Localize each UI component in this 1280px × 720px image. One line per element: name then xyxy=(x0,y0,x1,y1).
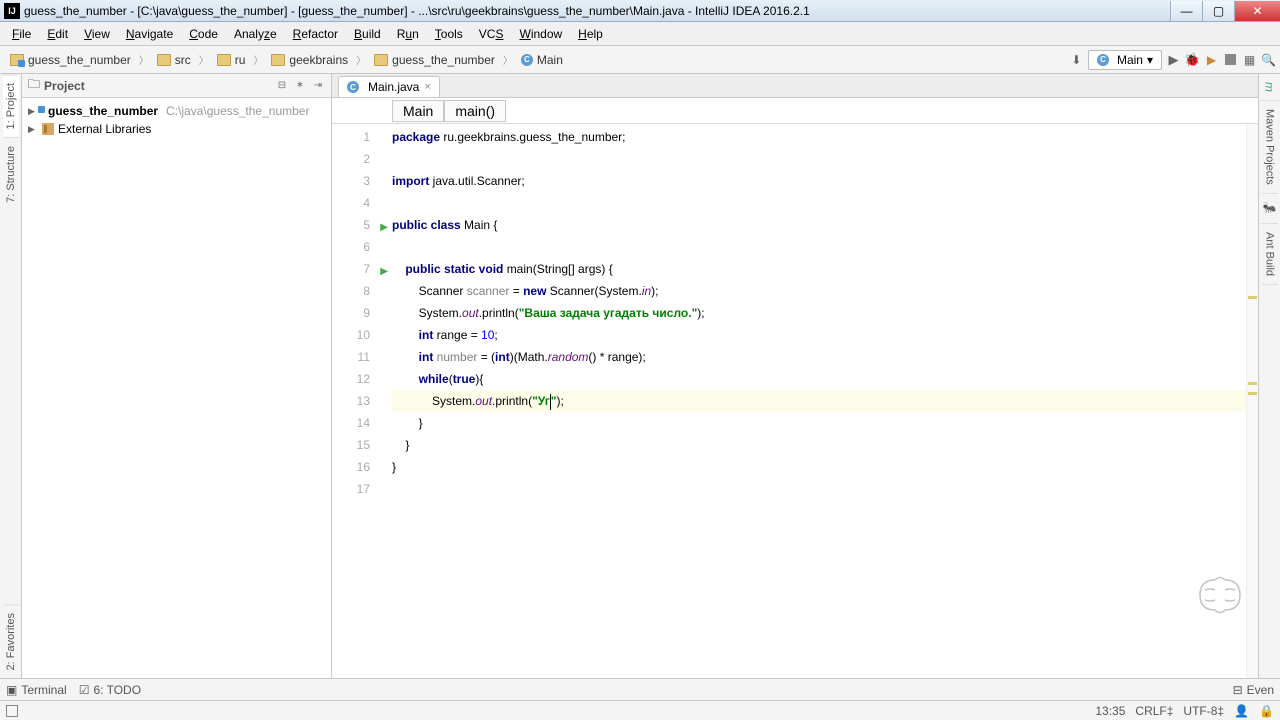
breadcrumb-geekbrains[interactable]: geekbrains xyxy=(265,50,354,70)
bottom-tool-strip: ▣Terminal ☑6: TODO ⊟Even xyxy=(0,678,1280,700)
left-tool-strip: 1: Project 7: Structure 2: Favorites xyxy=(0,74,22,678)
close-button[interactable]: ✕ xyxy=(1234,1,1280,21)
tab-project[interactable]: 1: Project xyxy=(3,74,19,137)
menu-window[interactable]: Window xyxy=(511,24,570,44)
watermark-logo xyxy=(1190,570,1250,620)
hector-icon[interactable]: 👤 xyxy=(1234,704,1249,718)
collapse-icon[interactable]: ⊟ xyxy=(275,79,289,93)
context-class[interactable]: Main xyxy=(392,100,444,122)
main-menu: File Edit View Navigate Code Analyze Ref… xyxy=(0,22,1280,46)
menu-tools[interactable]: Tools xyxy=(427,24,471,44)
menu-help[interactable]: Help xyxy=(570,24,611,44)
tab-ant[interactable]: Ant Build xyxy=(1262,224,1278,285)
menu-refactor[interactable]: Refactor xyxy=(285,24,346,44)
tab-favorites[interactable]: 2: Favorites xyxy=(3,604,19,678)
eventlog-icon: ⊟ xyxy=(1233,683,1243,697)
layout-icon[interactable]: ▦ xyxy=(1242,52,1257,67)
search-everywhere-icon[interactable]: 🔍 xyxy=(1261,52,1276,67)
debug-button[interactable]: 🐞 xyxy=(1185,52,1200,67)
breadcrumb-ru[interactable]: ru xyxy=(211,50,252,70)
close-tab-icon[interactable]: × xyxy=(424,81,430,93)
tab-structure[interactable]: 7: Structure xyxy=(3,137,19,211)
maximize-button[interactable]: ▢ xyxy=(1202,1,1234,21)
menu-file[interactable]: File xyxy=(4,24,39,44)
app-icon: IJ xyxy=(4,3,20,19)
breadcrumb-src[interactable]: src xyxy=(151,50,197,70)
menu-view[interactable]: View xyxy=(76,24,118,44)
project-panel-title[interactable]: Project xyxy=(44,79,271,93)
line-separator[interactable]: CRLF‡ xyxy=(1135,704,1173,718)
coverage-button[interactable]: ▶ xyxy=(1204,52,1219,67)
code-text[interactable]: package ru.geekbrains.guess_the_number; … xyxy=(392,124,1246,678)
file-encoding[interactable]: UTF-8‡ xyxy=(1183,704,1224,718)
menu-navigate[interactable]: Navigate xyxy=(118,24,181,44)
tree-project-root[interactable]: ▶ guess_the_numberC:\java\guess_the_numb… xyxy=(24,102,329,120)
status-indicator-icon[interactable] xyxy=(6,705,18,717)
tab-maven-label[interactable]: Maven Projects xyxy=(1262,101,1278,194)
class-icon: C xyxy=(347,81,359,93)
terminal-icon: ▣ xyxy=(6,683,17,697)
line-gutter: 1 2 3 4 5▶ 6 7▶ 8 9 10 11 12 13 14 15 16… xyxy=(332,124,392,678)
tab-eventlog[interactable]: ⊟Even xyxy=(1233,683,1274,697)
editor-tab-main[interactable]: C Main.java × xyxy=(338,76,440,97)
project-scope-icon[interactable]: 🗀 xyxy=(28,75,40,96)
breadcrumb-root[interactable]: guess_the_number xyxy=(4,50,137,70)
context-method[interactable]: main() xyxy=(444,100,506,122)
breadcrumb-pkg[interactable]: guess_the_number xyxy=(368,50,501,70)
tab-terminal[interactable]: ▣Terminal xyxy=(6,683,67,697)
right-tool-strip: m Maven Projects 🐜 Ant Build xyxy=(1258,74,1280,678)
lock-icon[interactable]: 🔒 xyxy=(1259,704,1274,718)
gear-icon[interactable]: ✶ xyxy=(293,79,307,93)
editor: C Main.java × Main main() 1 2 3 4 5▶ 6 7… xyxy=(332,74,1258,678)
navigation-bar: guess_the_number〉 src〉 ru〉 geekbrains〉 g… xyxy=(0,46,1280,74)
breadcrumb-class[interactable]: CMain xyxy=(515,50,569,70)
stop-button[interactable] xyxy=(1223,52,1238,67)
hide-icon[interactable]: ⇥ xyxy=(311,79,325,93)
todo-icon: ☑ xyxy=(79,683,90,697)
menu-edit[interactable]: Edit xyxy=(39,24,76,44)
window-title: guess_the_number - [C:\java\guess_the_nu… xyxy=(24,4,1170,18)
run-button[interactable]: ▶ xyxy=(1166,52,1181,67)
run-config-selector[interactable]: CMain ▾ xyxy=(1088,50,1162,70)
menu-code[interactable]: Code xyxy=(181,24,226,44)
library-icon xyxy=(42,123,54,135)
caret-position[interactable]: 13:35 xyxy=(1095,704,1125,718)
window-titlebar: IJ guess_the_number - [C:\java\guess_the… xyxy=(0,0,1280,22)
tab-todo[interactable]: ☑6: TODO xyxy=(79,683,141,697)
menu-run[interactable]: Run xyxy=(389,24,427,44)
tree-external-libraries[interactable]: ▶ External Libraries xyxy=(24,120,329,138)
status-bar: 13:35 CRLF‡ UTF-8‡ 👤 🔒 xyxy=(0,700,1280,720)
code-area[interactable]: 1 2 3 4 5▶ 6 7▶ 8 9 10 11 12 13 14 15 16… xyxy=(332,124,1258,678)
tab-maven[interactable]: m xyxy=(1261,74,1279,101)
menu-build[interactable]: Build xyxy=(346,24,389,44)
build-icon[interactable]: ⬇ xyxy=(1069,52,1084,67)
menu-analyze[interactable]: Analyze xyxy=(226,24,285,44)
minimize-button[interactable]: — xyxy=(1170,1,1202,21)
menu-vcs[interactable]: VCS xyxy=(471,24,512,44)
project-panel: 🗀 Project ⊟ ✶ ⇥ ▶ guess_the_numberC:\jav… xyxy=(22,74,332,678)
